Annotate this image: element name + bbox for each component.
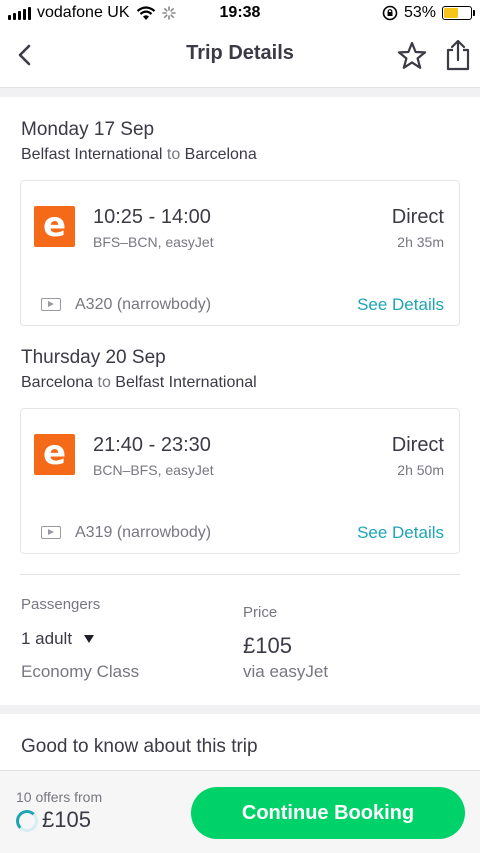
return-destination: Belfast International — [115, 374, 257, 391]
aircraft-type: A320 (narrowbody) — [75, 296, 212, 313]
outbound-route: Belfast International to Barcelona — [21, 146, 257, 164]
see-details-link[interactable]: See Details — [357, 523, 444, 543]
outbound-flight-card[interactable]: e 10:25 - 14:00 BFS–BCN, easyJet Direct … — [20, 180, 460, 326]
return-origin: Barcelona — [21, 374, 94, 391]
flight-route-airline: BFS–BCN, easyJet — [93, 234, 214, 250]
flight-stops: Direct — [391, 206, 444, 228]
flight-stops: Direct — [391, 434, 444, 456]
return-date: Thursday 20 Sep — [21, 347, 166, 368]
route-connector: to — [166, 146, 181, 163]
outbound-origin: Belfast International — [21, 146, 163, 163]
outbound-destination: Barcelona — [184, 146, 257, 163]
battery-icon — [442, 6, 475, 20]
flight-duration: 2h 50m — [397, 462, 444, 478]
nav-header: Trip Details — [0, 28, 480, 88]
flight-times: 10:25 - 14:00 — [93, 206, 211, 228]
flight-route-airline: BCN–BFS, easyJet — [93, 462, 214, 478]
passengers-value: 1 adult — [21, 629, 73, 648]
continue-booking-button[interactable]: Continue Booking — [191, 787, 465, 839]
good-to-know-title: Good to know about this trip — [21, 736, 258, 757]
cabin-class: Economy Class — [21, 662, 140, 681]
passengers-dropdown[interactable]: 1 adult — [21, 629, 95, 649]
return-route: Barcelona to Belfast International — [21, 374, 257, 392]
footer-price: £105 — [42, 807, 91, 832]
aircraft-type: A319 (narrowbody) — [75, 524, 212, 541]
offers-count: 10 offers from — [16, 789, 103, 805]
price-provider: via easyJet — [243, 662, 329, 681]
section-divider — [20, 574, 460, 575]
entertainment-icon — [41, 298, 61, 311]
caret-down-icon — [84, 635, 95, 643]
booking-footer: 10 offers from £105 Continue Booking — [0, 770, 480, 853]
orientation-lock-icon — [382, 5, 398, 21]
see-details-link[interactable]: See Details — [357, 295, 444, 315]
trip-details-panel: Monday 17 Sep Belfast International to B… — [0, 97, 480, 705]
route-connector: to — [97, 374, 111, 391]
easyjet-logo: e — [34, 206, 75, 247]
price-label: Price — [243, 604, 278, 621]
loading-spinner-icon — [16, 810, 38, 832]
return-flight-card[interactable]: e 21:40 - 23:30 BCN–BFS, easyJet Direct … — [20, 408, 460, 554]
outbound-date: Monday 17 Sep — [21, 119, 155, 140]
flight-duration: 2h 35m — [397, 234, 444, 250]
status-right: 53% — [382, 4, 475, 22]
easyjet-logo: e — [34, 434, 75, 475]
price-value: £105 — [243, 633, 292, 658]
share-icon[interactable] — [444, 38, 472, 72]
passengers-label: Passengers — [21, 596, 101, 613]
star-icon[interactable] — [396, 40, 428, 72]
entertainment-icon — [41, 526, 61, 539]
battery-percent: 53% — [403, 4, 436, 21]
good-to-know-section: Good to know about this trip — [0, 714, 480, 770]
status-bar: vodafone UK 19:38 53% — [0, 0, 480, 28]
flight-times: 21:40 - 23:30 — [93, 434, 211, 456]
